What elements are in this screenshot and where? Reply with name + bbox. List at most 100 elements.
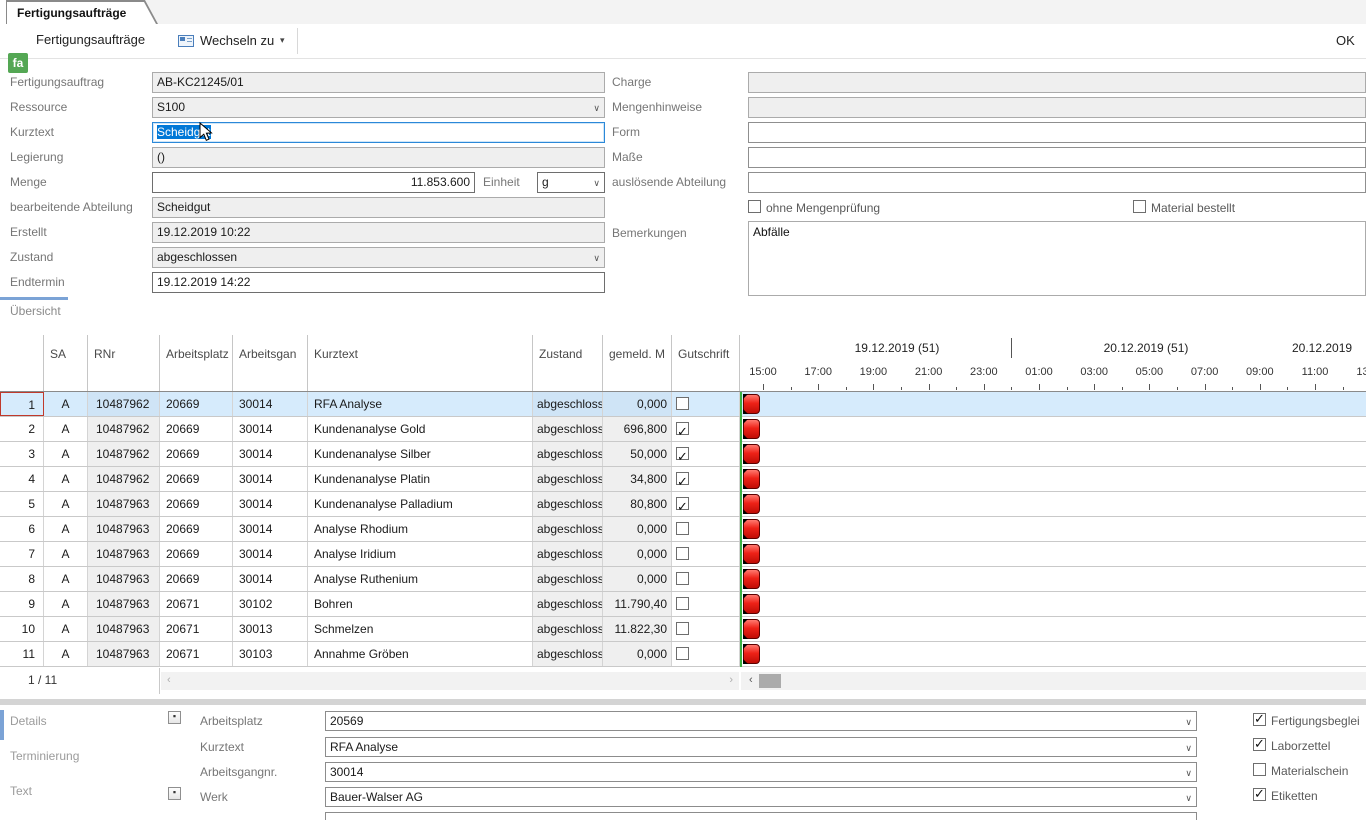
- zustand-cell[interactable]: abgeschlossen: [533, 617, 603, 641]
- rnr-cell[interactable]: 10487963: [88, 492, 160, 516]
- arbeitsplatz-cell[interactable]: 20669: [160, 517, 233, 541]
- gutschrift-cell[interactable]: ✓: [672, 417, 740, 441]
- table-row[interactable]: 8A104879632066930014Analyse Rutheniumabg…: [0, 567, 1366, 592]
- gantt-bar[interactable]: [743, 544, 760, 564]
- arbeitsgang-cell[interactable]: 30103: [233, 642, 308, 666]
- gutschrift-checkbox[interactable]: [676, 397, 689, 410]
- row-number-cell[interactable]: 7: [0, 542, 44, 566]
- sa-cell[interactable]: A: [44, 642, 88, 666]
- column-header-gutschrift[interactable]: Gutschrift: [672, 335, 740, 391]
- sa-cell[interactable]: A: [44, 467, 88, 491]
- rnr-cell[interactable]: 10487962: [88, 392, 160, 416]
- detail-field-werk[interactable]: Bauer-Walser AG∨: [325, 787, 1197, 807]
- bemerkungen-textarea[interactable]: Abfälle: [748, 221, 1366, 296]
- detail-field-arbeitsplatz[interactable]: 20569∨: [325, 711, 1197, 731]
- arbeitsgang-cell[interactable]: 30014: [233, 517, 308, 541]
- zustand-cell[interactable]: abgeschlossen: [533, 467, 603, 491]
- print-checkbox-etiketten[interactable]: ✓: [1253, 788, 1266, 801]
- scroll-right-icon[interactable]: ›: [729, 674, 733, 686]
- gutschrift-cell[interactable]: [672, 617, 740, 641]
- gantt-scroll-thumb[interactable]: [759, 674, 781, 688]
- arbeitsplatz-cell[interactable]: 20671: [160, 617, 233, 641]
- gantt-bar[interactable]: [743, 494, 760, 514]
- arbeitsplatz-cell[interactable]: 20669: [160, 417, 233, 441]
- zustand-cell[interactable]: abgeschlossen: [533, 517, 603, 541]
- gantt-bar[interactable]: [743, 519, 760, 539]
- arbeitsgang-cell[interactable]: 30014: [233, 442, 308, 466]
- arbeitsplatz-cell[interactable]: 20669: [160, 567, 233, 591]
- sa-cell[interactable]: A: [44, 542, 88, 566]
- switch-to-button[interactable]: Wechseln zu ▾: [178, 28, 294, 54]
- gutschrift-cell[interactable]: [672, 542, 740, 566]
- gutschrift-checkbox[interactable]: [676, 597, 689, 610]
- column-header-zustand[interactable]: Zustand: [533, 335, 603, 391]
- gemeldete-menge-cell[interactable]: 11.822,30: [603, 617, 672, 641]
- gutschrift-checkbox[interactable]: ✓: [676, 447, 689, 460]
- arbeitsplatz-cell[interactable]: 20669: [160, 392, 233, 416]
- details-tab-text[interactable]: Text: [10, 784, 32, 798]
- detail-field-partial[interactable]: [325, 812, 1197, 820]
- gutschrift-cell[interactable]: ✓: [672, 467, 740, 491]
- details-tab-terminierung[interactable]: Terminierung: [10, 749, 79, 763]
- print-checkbox-materialschein[interactable]: [1253, 763, 1266, 776]
- gutschrift-cell[interactable]: [672, 567, 740, 591]
- checkbox-ohne-mengenpr-fung[interactable]: [748, 200, 761, 213]
- table-row[interactable]: 10A104879632067130013Schmelzenabgeschlos…: [0, 617, 1366, 642]
- gutschrift-checkbox[interactable]: [676, 622, 689, 635]
- column-header-gemeld-m[interactable]: gemeld. M: [603, 335, 672, 391]
- kurztext-cell[interactable]: Kundenanalyse Platin: [308, 467, 533, 491]
- endtermin-field[interactable]: 19.12.2019 14:22: [152, 272, 605, 293]
- row-number-cell[interactable]: 4: [0, 467, 44, 491]
- gemeldete-menge-cell[interactable]: 0,000: [603, 392, 672, 416]
- table-row[interactable]: 1A104879622066930014RFA Analyseabgeschlo…: [0, 392, 1366, 417]
- row-number-cell[interactable]: 6: [0, 517, 44, 541]
- column-header-rownum[interactable]: [0, 335, 44, 391]
- zustand-cell[interactable]: abgeschlossen: [533, 592, 603, 616]
- table-row[interactable]: 7A104879632066930014Analyse Iridiumabges…: [0, 542, 1366, 567]
- kurztext-cell[interactable]: Schmelzen: [308, 617, 533, 641]
- gutschrift-checkbox[interactable]: ✓: [676, 422, 689, 435]
- arbeitsplatz-cell[interactable]: 20669: [160, 492, 233, 516]
- row-number-cell[interactable]: 11: [0, 642, 44, 666]
- arbeitsgang-cell[interactable]: 30014: [233, 567, 308, 591]
- kurztext-cell[interactable]: Analyse Rhodium: [308, 517, 533, 541]
- gemeldete-menge-cell[interactable]: 0,000: [603, 642, 672, 666]
- row-number-cell[interactable]: 1: [0, 392, 44, 416]
- ausl-sende-abteilung-field[interactable]: [748, 172, 1366, 193]
- gemeldete-menge-cell[interactable]: 0,000: [603, 517, 672, 541]
- kurztext-cell[interactable]: RFA Analyse: [308, 392, 533, 416]
- detail-field-arbeitsgangnr-[interactable]: 30014∨: [325, 762, 1197, 782]
- rnr-cell[interactable]: 10487962: [88, 417, 160, 441]
- row-number-cell[interactable]: 9: [0, 592, 44, 616]
- rnr-cell[interactable]: 10487963: [88, 517, 160, 541]
- expand-toggle-icon[interactable]: ▪: [168, 787, 181, 800]
- table-row[interactable]: 9A104879632067130102Bohrenabgeschlossen1…: [0, 592, 1366, 617]
- arbeitsplatz-cell[interactable]: 20669: [160, 542, 233, 566]
- gutschrift-checkbox[interactable]: [676, 647, 689, 660]
- row-number-cell[interactable]: 5: [0, 492, 44, 516]
- ressource-select[interactable]: S100∨: [152, 97, 605, 118]
- row-number-cell[interactable]: 2: [0, 417, 44, 441]
- sa-cell[interactable]: A: [44, 517, 88, 541]
- zustand-cell[interactable]: abgeschlossen: [533, 567, 603, 591]
- kurztext-cell[interactable]: Annahme Gröben: [308, 642, 533, 666]
- splitter[interactable]: [0, 699, 1366, 705]
- gantt-bar[interactable]: [743, 644, 760, 664]
- rnr-cell[interactable]: 10487963: [88, 592, 160, 616]
- sa-cell[interactable]: A: [44, 592, 88, 616]
- table-row[interactable]: 5A104879632066930014Kundenanalyse Pallad…: [0, 492, 1366, 517]
- detail-field-kurztext[interactable]: RFA Analyse∨: [325, 737, 1197, 757]
- arbeitsplatz-cell[interactable]: 20669: [160, 467, 233, 491]
- gemeldete-menge-cell[interactable]: 696,800: [603, 417, 672, 441]
- gutschrift-checkbox[interactable]: ✓: [676, 497, 689, 510]
- gutschrift-cell[interactable]: [672, 392, 740, 416]
- arbeitsgang-cell[interactable]: 30014: [233, 492, 308, 516]
- arbeitsgang-cell[interactable]: 30014: [233, 542, 308, 566]
- ok-button[interactable]: OK: [1336, 33, 1355, 48]
- gutschrift-checkbox[interactable]: [676, 522, 689, 535]
- gemeldete-menge-cell[interactable]: 0,000: [603, 567, 672, 591]
- print-checkbox-laborzettel[interactable]: ✓: [1253, 738, 1266, 751]
- arbeitsgang-cell[interactable]: 30013: [233, 617, 308, 641]
- sa-cell[interactable]: A: [44, 442, 88, 466]
- gantt-scroll-left-icon[interactable]: ‹: [749, 674, 753, 686]
